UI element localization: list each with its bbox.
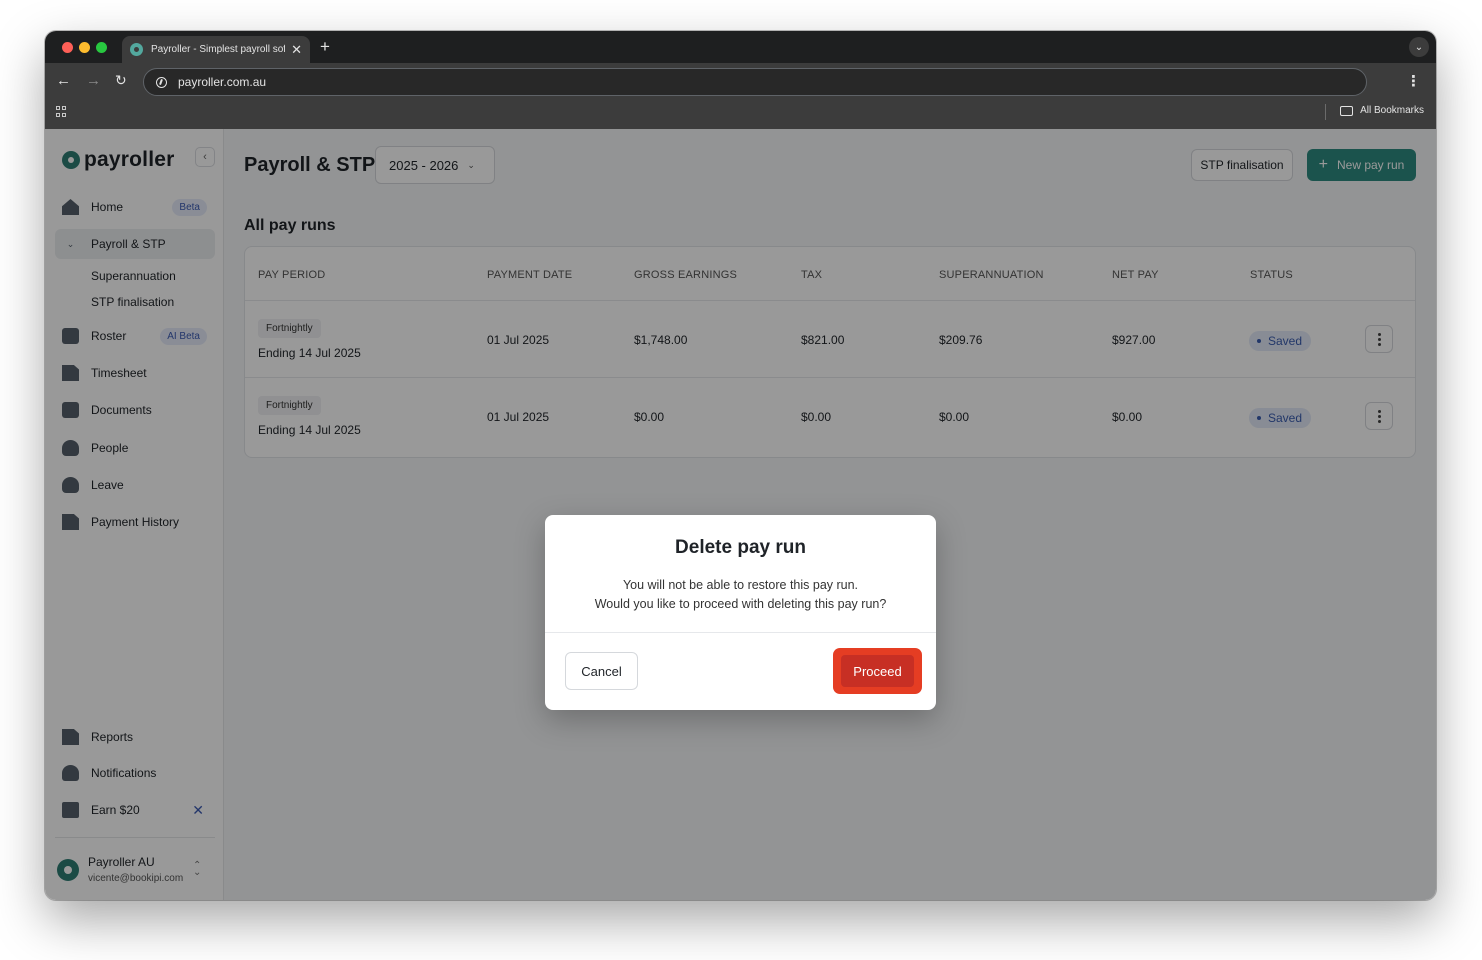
url-text: payroller.com.au: [178, 75, 267, 89]
all-bookmarks-button[interactable]: All Bookmarks: [1340, 105, 1424, 116]
app: payroller ‹ Home Beta ⌄ Payroll & STP Su…: [45, 129, 1436, 900]
site-info-icon[interactable]: [156, 76, 167, 88]
browser-tab[interactable]: Payroller - Simplest payroll software ✕: [122, 36, 310, 63]
tab-strip: Payroller - Simplest payroll software ✕ …: [45, 31, 1436, 63]
dialog-message-line: You will not be able to restore this pay…: [622, 578, 859, 592]
close-window-button[interactable]: [62, 42, 73, 53]
dialog-divider: [545, 632, 936, 633]
tab-close-icon[interactable]: ✕: [291, 42, 302, 58]
dialog-message: You will not be able to restore this pay…: [545, 576, 936, 614]
delete-pay-run-dialog: Delete pay run You will not be able to r…: [545, 515, 936, 710]
forward-arrow-icon[interactable]: →: [86, 72, 101, 89]
back-arrow-icon[interactable]: ←: [56, 72, 71, 89]
all-bookmarks-label: All Bookmarks: [1360, 105, 1424, 116]
minimize-window-button[interactable]: [79, 42, 90, 53]
new-tab-icon[interactable]: +: [320, 37, 330, 57]
tab-title: Payroller - Simplest payroll software: [151, 44, 285, 55]
browser-menu-icon[interactable]: ⋮: [1406, 72, 1421, 90]
cancel-button[interactable]: Cancel: [565, 652, 638, 690]
tab-search-chevron-icon[interactable]: ⌄: [1409, 37, 1429, 57]
folder-icon: [1340, 105, 1354, 116]
address-bar[interactable]: payroller.com.au: [143, 68, 1367, 96]
browser-window: Payroller - Simplest payroll software ✕ …: [45, 31, 1436, 900]
dialog-message-line: Would you like to proceed with deleting …: [594, 597, 887, 611]
proceed-button[interactable]: Proceed: [841, 655, 914, 687]
dialog-title: Delete pay run: [675, 537, 806, 558]
reload-icon[interactable]: ↻: [115, 72, 127, 89]
browser-toolbar: ← → ↻ payroller.com.au ⋮ All Bookmarks: [45, 63, 1436, 129]
payroller-favicon-icon: [130, 43, 143, 56]
apps-grid-icon[interactable]: [56, 106, 67, 117]
maximize-window-button[interactable]: [96, 42, 107, 53]
bookmarks-divider: [1325, 104, 1326, 120]
